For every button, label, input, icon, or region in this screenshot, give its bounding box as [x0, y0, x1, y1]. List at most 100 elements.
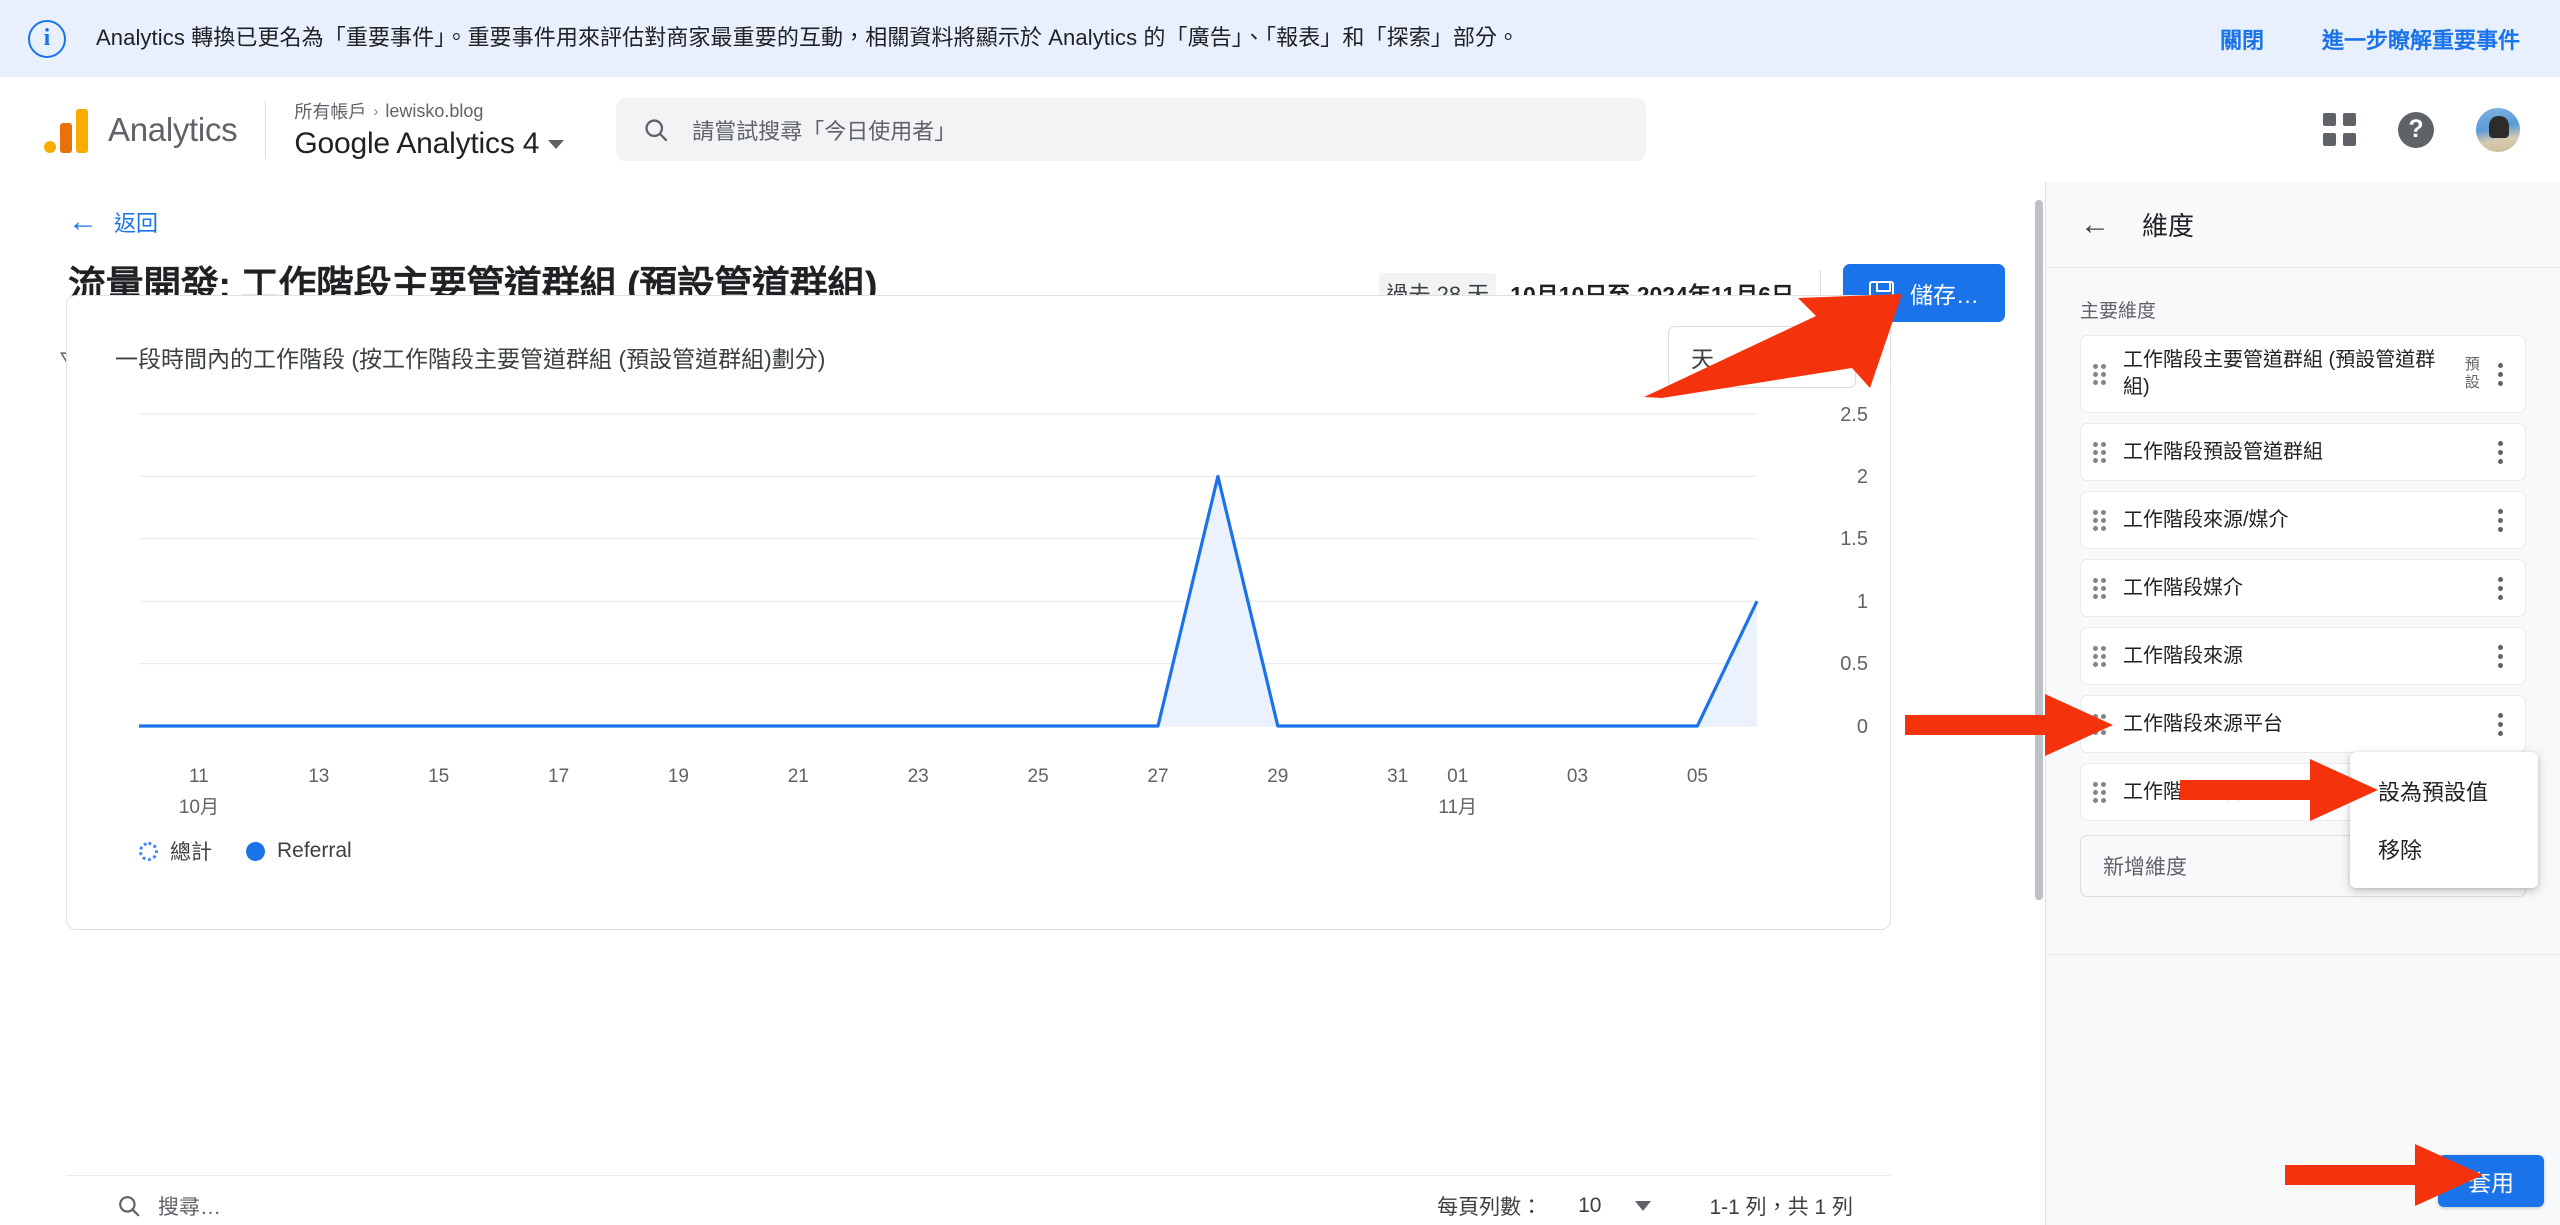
drag-handle-icon[interactable]	[2093, 645, 2109, 667]
context-menu-remove[interactable]: 移除	[2350, 820, 2538, 878]
drag-handle-icon[interactable]	[2093, 781, 2109, 803]
search-icon	[645, 118, 668, 141]
legend-dot-dotted-icon	[139, 841, 158, 861]
drag-handle-icon[interactable]	[2093, 363, 2109, 385]
header-actions: ?	[2323, 107, 2528, 152]
analytics-wordmark: Analytics	[108, 110, 238, 148]
dimension-more-icon[interactable]	[2489, 576, 2511, 600]
grid-apps-icon[interactable]	[2323, 113, 2356, 146]
legend-item-total[interactable]: 總計	[139, 836, 212, 866]
x-tick-day: 11	[189, 766, 209, 787]
app-header: Analytics 所有帳戶 › lewisko.blog Google Ana…	[0, 77, 2560, 182]
app-root: i Analytics 轉換已更名為「重要事件」。重要事件用來評估對商家最重要的…	[0, 0, 2560, 1225]
breadcrumb-account[interactable]: 所有帳戶	[294, 98, 366, 124]
drag-handle-icon[interactable]	[2093, 441, 2109, 463]
dimension-item[interactable]: 工作階段主要管道群組 (預設管道群組) 預設	[2080, 335, 2526, 413]
analytics-logo-icon[interactable]	[44, 107, 88, 153]
notice-learn-more-link[interactable]: 進一步瞭解重要事件	[2322, 23, 2520, 55]
x-tick-label: 23	[907, 766, 929, 787]
dimension-item[interactable]: 工作階段媒介	[2080, 559, 2526, 617]
dimension-more-icon[interactable]	[2489, 508, 2511, 532]
main-scrollbar-thumb[interactable]	[2035, 200, 2043, 900]
x-tick-label: 31	[1387, 766, 1409, 787]
chart-legend: 總計 Referral	[67, 830, 1890, 866]
x-tick-month: 10月	[178, 797, 219, 818]
panel-divider	[2046, 954, 2560, 955]
x-tick-month: 11月	[1438, 797, 1478, 818]
dimension-more-icon[interactable]	[2489, 644, 2511, 668]
dimension-item[interactable]: 工作階段來源/媒介	[2080, 491, 2526, 549]
y-tick-label: 1.5	[1840, 528, 1868, 550]
x-tick-label: 05	[1686, 766, 1708, 787]
dimension-item[interactable]: 工作階段來源平台	[2080, 695, 2526, 753]
card-header: 一段時間內的工作階段 (按工作階段主要管道群組 (預設管道群組)劃分) 天	[67, 296, 1890, 388]
conversion-rename-notice: i Analytics 轉換已更名為「重要事件」。重要事件用來評估對商家最重要的…	[0, 0, 2560, 77]
legend-label: 總計	[170, 841, 212, 864]
table-search-input[interactable]: 搜尋…	[116, 1191, 221, 1221]
granularity-select[interactable]: 天	[1668, 326, 1856, 388]
x-tick-label: 03	[1566, 766, 1589, 787]
pagination-range-label: 1-1 列，共 1 列	[1709, 1195, 1853, 1219]
dimension-list: 工作階段主要管道群組 (預設管道群組) 預設 工作階段預設管道群組 工作階段來源…	[2046, 335, 2560, 821]
save-button-label: 儲存…	[1910, 282, 1979, 308]
table-search-placeholder: 搜尋…	[158, 1195, 221, 1219]
dimension-more-icon[interactable]	[2489, 440, 2511, 464]
dimension-context-menu: 設為預設值 移除	[2350, 752, 2538, 888]
chevron-down-icon	[1815, 351, 1833, 363]
property-selector[interactable]: 所有帳戶 › lewisko.blog Google Analytics 4	[294, 98, 565, 161]
dimension-label: 工作階段來源平台	[2123, 712, 2283, 735]
main-scrollbar[interactable]	[2033, 200, 2044, 960]
global-search-placeholder: 請嘗試搜尋「今日使用者」	[692, 118, 957, 144]
dimension-label: 工作階段媒介	[2123, 576, 2243, 599]
legend-label: Referral	[277, 839, 352, 862]
user-avatar[interactable]	[2476, 107, 2520, 152]
dimension-item-session-source[interactable]: 工作階段來源	[2080, 627, 2526, 685]
search-icon	[119, 1195, 140, 1216]
dimension-more-icon[interactable]	[2489, 712, 2511, 736]
dimension-label: 工作階段來源	[2123, 644, 2243, 667]
property-title: Google Analytics 4	[294, 127, 540, 160]
granularity-value: 天	[1691, 346, 1714, 372]
dimension-label: 工作階段來源/媒介	[2123, 508, 2289, 531]
x-tick-label: 27	[1147, 766, 1169, 787]
pagination-controls: 每頁列數： 10 1-1 列，共 1 列	[1437, 1191, 1853, 1221]
notice-close-link[interactable]: 關閉	[2220, 23, 2264, 55]
panel-header: ← 維度	[2046, 182, 2560, 268]
dimension-default-badge: 預設	[2464, 356, 2480, 391]
table-toolbar: 搜尋… 每頁列數： 10 1-1 列，共 1 列	[66, 1175, 1891, 1225]
dimension-label: 工作階段預設管道群組	[2123, 440, 2323, 463]
y-tick-label: 2	[1856, 466, 1868, 488]
legend-item-referral[interactable]: Referral	[246, 839, 352, 863]
dimension-more-icon[interactable]	[2489, 362, 2511, 386]
x-axis-labels: 11 10月 13 15 17 19 21 23 25 27 29 31 01 …	[67, 766, 1890, 830]
help-question-icon[interactable]: ?	[2398, 111, 2434, 148]
breadcrumb-chevron-icon: ›	[373, 102, 379, 120]
x-tick-label: 25	[1027, 766, 1049, 787]
back-link[interactable]: ← 返回	[0, 182, 2045, 238]
arrow-left-icon[interactable]: ←	[2080, 209, 2110, 240]
rows-per-page-value[interactable]: 10	[1578, 1194, 1601, 1218]
chevron-down-icon[interactable]	[1635, 1200, 1652, 1211]
breadcrumb-property[interactable]: lewisko.blog	[385, 101, 483, 122]
apply-button[interactable]: 套用	[2438, 1155, 2544, 1207]
context-menu-set-default[interactable]: 設為預設值	[2350, 762, 2538, 820]
dimension-item[interactable]: 工作階段預設管道群組	[2080, 423, 2526, 481]
sessions-over-time-card: 一段時間內的工作階段 (按工作階段主要管道群組 (預設管道群組)劃分) 天 2.…	[66, 295, 1891, 930]
x-tick-label: 29	[1267, 766, 1289, 787]
dimensions-panel: ← 維度 主要維度 工作階段主要管道群組 (預設管道群組) 預設 工作階段預設管…	[2045, 182, 2560, 1225]
x-tick-label: 21	[787, 766, 809, 787]
chevron-down-icon[interactable]	[548, 139, 565, 149]
global-search-input[interactable]: 請嘗試搜尋「今日使用者」	[616, 98, 1647, 161]
x-tick-label: 01 11月	[1438, 766, 1477, 819]
x-tick-label: 15	[428, 766, 450, 787]
chart-plot-area[interactable]: 2.5 2 1.5 1 0.5 0	[67, 404, 1890, 766]
drag-handle-icon[interactable]	[2093, 577, 2109, 599]
arrow-left-icon: ←	[68, 205, 98, 238]
dimension-label: 工作階段主要管道群組 (預設管道群組)	[2123, 349, 2436, 398]
y-tick-label: 1	[1856, 591, 1868, 613]
drag-handle-icon[interactable]	[2093, 713, 2109, 735]
panel-title: 維度	[2142, 211, 2195, 241]
x-tick-label: 11 10月	[179, 766, 219, 819]
drag-handle-icon[interactable]	[2093, 509, 2109, 531]
x-tick-label: 19	[667, 766, 689, 787]
